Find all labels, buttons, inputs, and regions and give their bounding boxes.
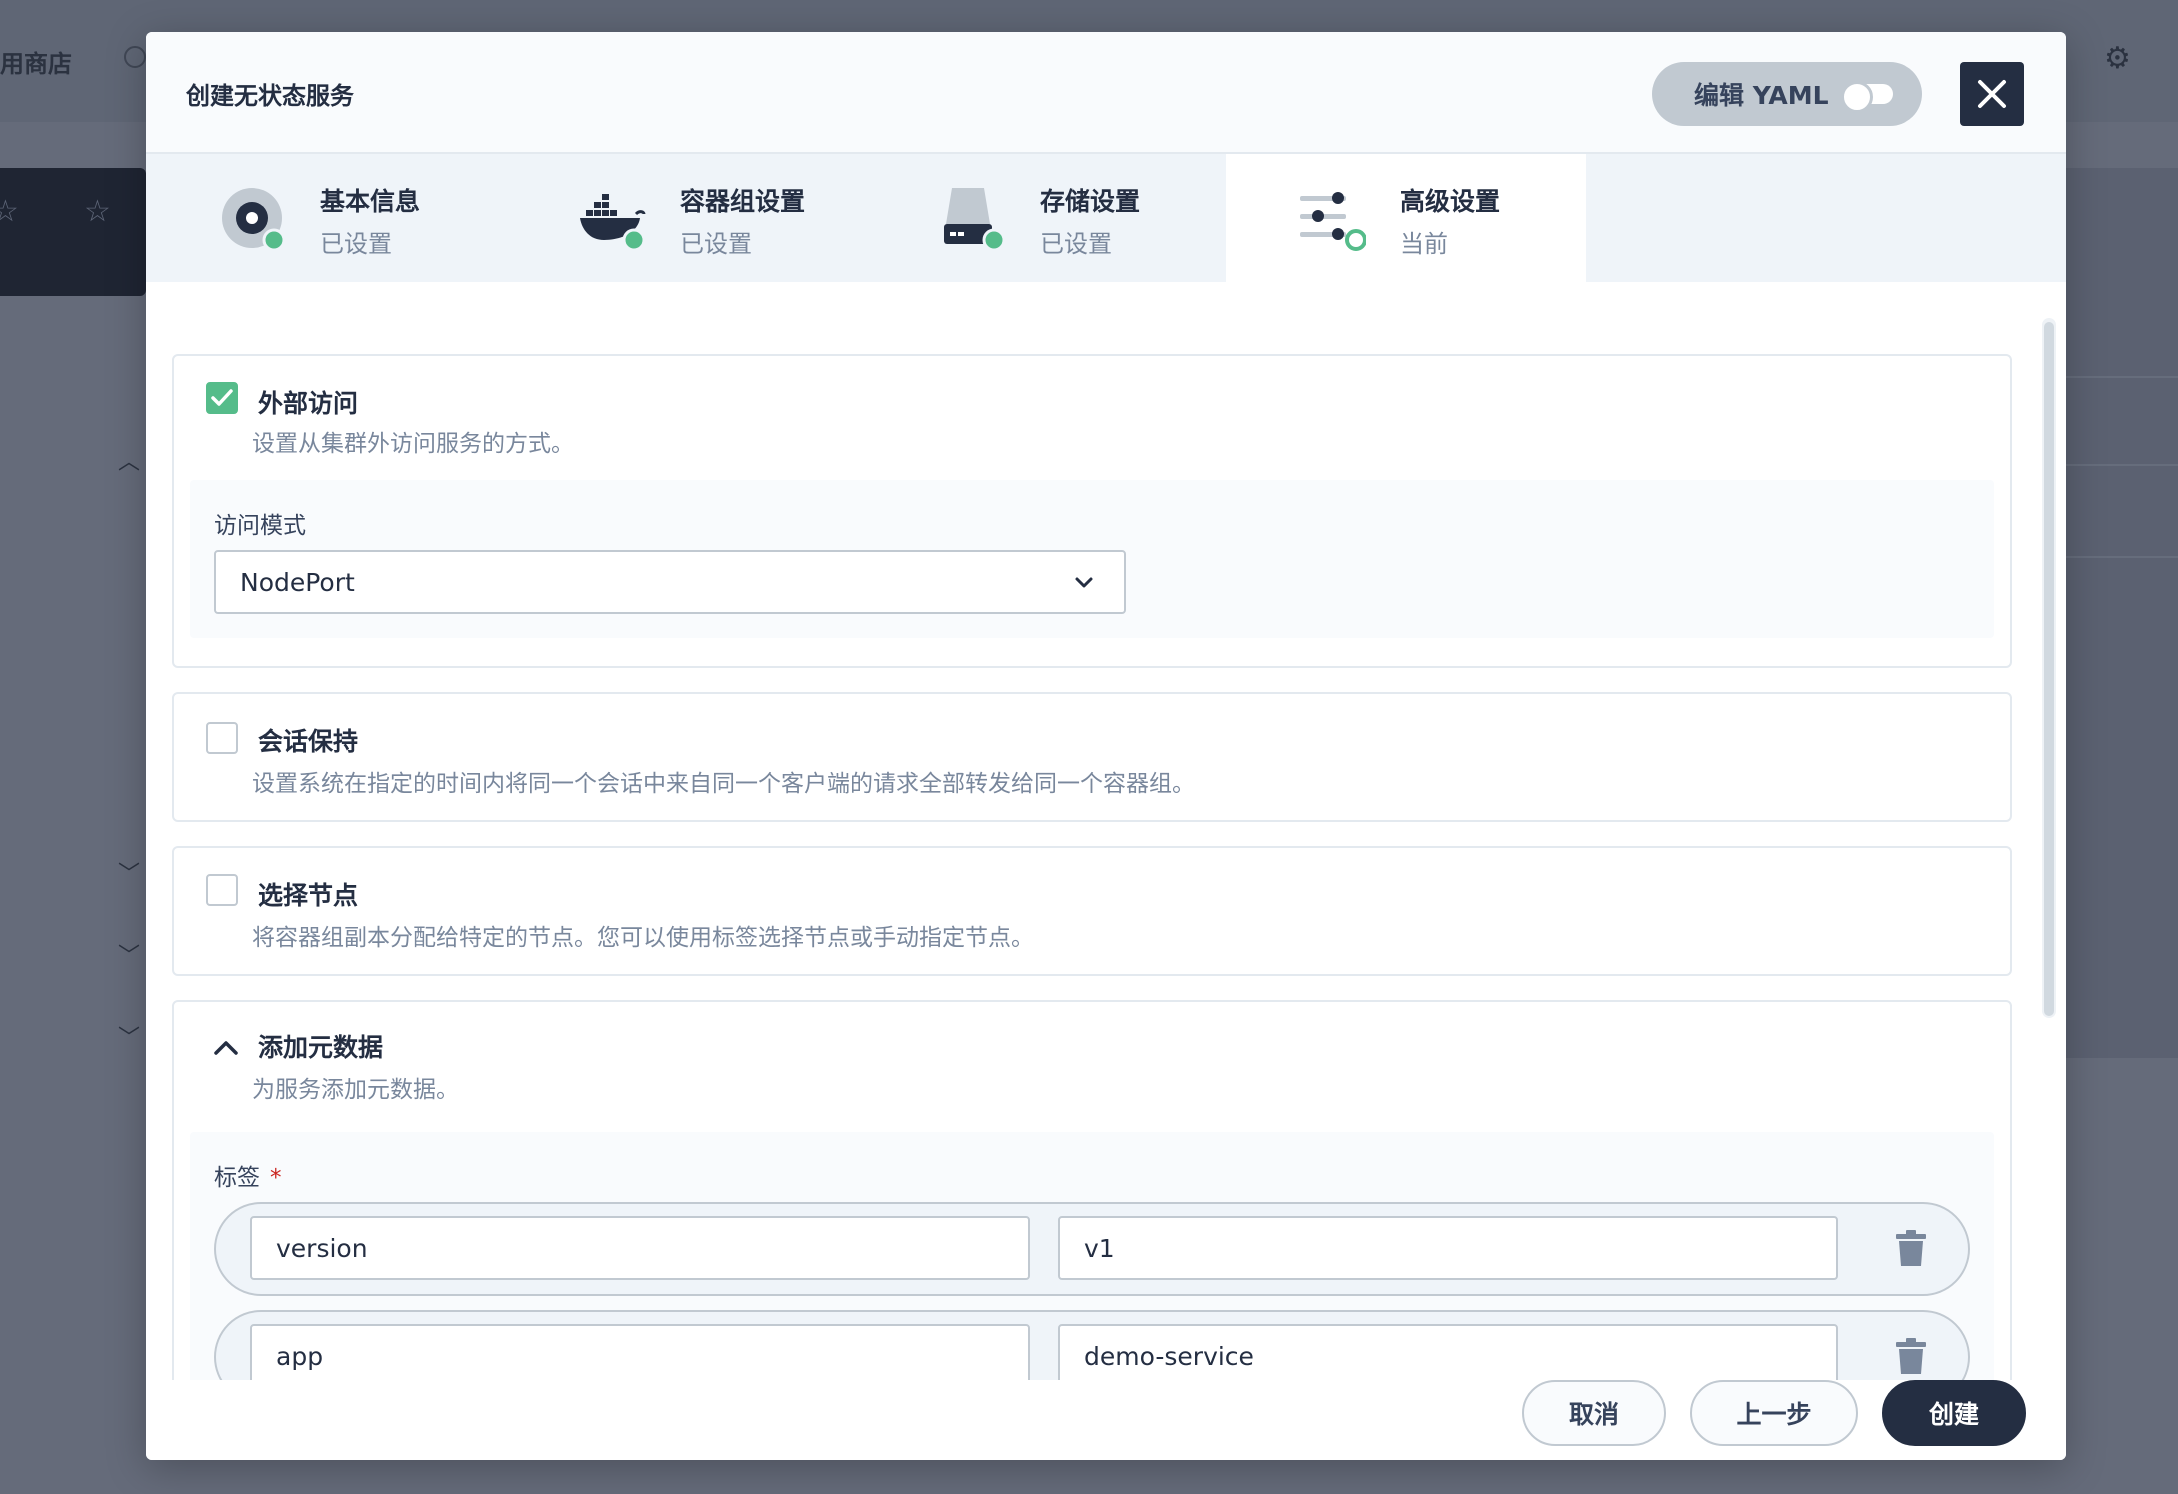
- close-icon: [1978, 80, 2006, 108]
- step-status: 已设置: [1040, 230, 1112, 258]
- session-affinity-desc: 设置系统在指定的时间内将同一个会话中来自同一个客户端的请求全部转发给同一个容器组…: [252, 771, 1195, 797]
- access-mode-section: 访问模式 NodePort: [190, 480, 1994, 638]
- external-access-checkbox[interactable]: [206, 382, 238, 414]
- label-key-input[interactable]: app: [250, 1324, 1030, 1380]
- step-title: 存储设置: [1040, 187, 1141, 216]
- access-mode-label: 访问模式: [214, 513, 306, 539]
- step-status: 已设置: [680, 230, 752, 258]
- trash-icon[interactable]: [1894, 1338, 1928, 1376]
- step-storage[interactable]: 存储设置 已设置: [866, 154, 1226, 282]
- labels-section: 标签 * version v1 app demo-service: [190, 1132, 1994, 1380]
- label-key-input[interactable]: version: [250, 1216, 1030, 1280]
- docker-whale-icon: [580, 194, 646, 252]
- step-title: 高级设置: [1400, 187, 1501, 216]
- create-service-modal: 创建无状态服务 编辑 YAML 基本信息 已设置 容器组设置 已设置 存储设置 …: [146, 32, 2066, 1460]
- chevron-up-icon[interactable]: [212, 1036, 240, 1060]
- node-selector-checkbox[interactable]: [206, 874, 238, 906]
- modal-content: 外部访问 设置从集群外访问服务的方式。 访问模式 NodePort 会话保持 设…: [146, 282, 2066, 1380]
- modal-title: 创建无状态服务: [186, 82, 354, 110]
- label-row: app demo-service: [214, 1310, 1970, 1380]
- session-affinity-checkbox[interactable]: [206, 722, 238, 754]
- chevron-up-icon: ︿: [118, 450, 141, 475]
- background-sidebar-card: ☆ ☆: [0, 168, 146, 296]
- session-affinity-card: 会话保持 设置系统在指定的时间内将同一个会话中来自同一个客户端的请求全部转发给同…: [172, 692, 2012, 822]
- external-access-title: 外部访问: [258, 389, 359, 418]
- close-button[interactable]: [1960, 62, 2024, 126]
- modal-header: 创建无状态服务 编辑 YAML: [146, 32, 2066, 154]
- step-status: 当前: [1400, 230, 1448, 258]
- create-button[interactable]: 创建: [1882, 1380, 2026, 1446]
- cancel-button[interactable]: 取消: [1522, 1380, 1666, 1446]
- required-mark: *: [270, 1165, 282, 1191]
- metadata-title[interactable]: 添加元数据: [258, 1028, 383, 1064]
- step-status: 已设置: [320, 230, 392, 258]
- toggle-switch[interactable]: [1840, 81, 1893, 113]
- node-selector-title: 选择节点: [258, 881, 359, 910]
- background-panel: [2062, 168, 2178, 1058]
- hard-drive-icon: [944, 188, 1006, 252]
- node-selector-desc: 将容器组副本分配给特定的节点。您可以使用标签选择节点或手动指定节点。: [252, 925, 1034, 951]
- step-title: 基本信息: [320, 187, 421, 216]
- edit-yaml-toggle[interactable]: 编辑 YAML: [1652, 62, 1922, 126]
- chevron-down-icon: ﹀: [118, 944, 141, 969]
- modal-footer: 取消 上一步 创建: [146, 1380, 2066, 1460]
- label-value-value: demo-service: [1084, 1342, 1254, 1371]
- step-container-group[interactable]: 容器组设置 已设置: [506, 154, 866, 282]
- step-advanced[interactable]: 高级设置 当前: [1226, 154, 1586, 282]
- chevron-down-icon: ﹀: [118, 862, 141, 887]
- step-title: 容器组设置: [680, 187, 806, 216]
- chevron-down-icon: ﹀: [118, 1026, 141, 1051]
- label-value-value: v1: [1084, 1234, 1115, 1263]
- sliders-icon: [1300, 192, 1366, 251]
- session-affinity-title: 会话保持: [258, 727, 359, 756]
- app-store-label: 用商店: [0, 50, 72, 78]
- globe-icon: [124, 46, 146, 68]
- access-mode-select[interactable]: NodePort: [214, 550, 1126, 614]
- label-row: version v1: [214, 1202, 1970, 1296]
- edit-yaml-label: 编辑 YAML: [1694, 81, 1829, 110]
- chevron-down-icon: [1075, 577, 1093, 588]
- label-key-value: app: [276, 1342, 324, 1371]
- labels-label-text: 标签: [214, 1165, 260, 1191]
- label-value-input[interactable]: demo-service: [1058, 1324, 1838, 1380]
- trash-icon[interactable]: [1894, 1230, 1928, 1268]
- labels-label: 标签 *: [214, 1158, 282, 1192]
- star-icon: ☆: [0, 194, 19, 229]
- external-access-desc: 设置从集群外访问服务的方式。: [252, 431, 574, 457]
- previous-step-button[interactable]: 上一步: [1690, 1380, 1858, 1446]
- star-icon: ☆: [84, 194, 111, 229]
- external-access-card: 外部访问 设置从集群外访问服务的方式。 访问模式 NodePort: [172, 354, 2012, 668]
- node-selector-card: 选择节点 将容器组副本分配给特定的节点。您可以使用标签选择节点或手动指定节点。: [172, 846, 2012, 976]
- check-icon: [211, 389, 233, 406]
- label-key-value: version: [276, 1234, 368, 1263]
- label-value-input[interactable]: v1: [1058, 1216, 1838, 1280]
- wizard-steps: 基本信息 已设置 容器组设置 已设置 存储设置 已设置 高级设置 当前: [146, 154, 2066, 282]
- access-mode-value: NodePort: [240, 568, 355, 597]
- metadata-card: 添加元数据 为服务添加元数据。 标签 * version v1 app demo…: [172, 1000, 2012, 1380]
- gear-icon: ⚙: [2104, 41, 2131, 76]
- scrollbar-thumb[interactable]: [2044, 322, 2054, 1016]
- step-basic-info[interactable]: 基本信息 已设置: [146, 154, 506, 282]
- disc-icon: [222, 188, 286, 252]
- metadata-desc: 为服务添加元数据。: [252, 1077, 459, 1103]
